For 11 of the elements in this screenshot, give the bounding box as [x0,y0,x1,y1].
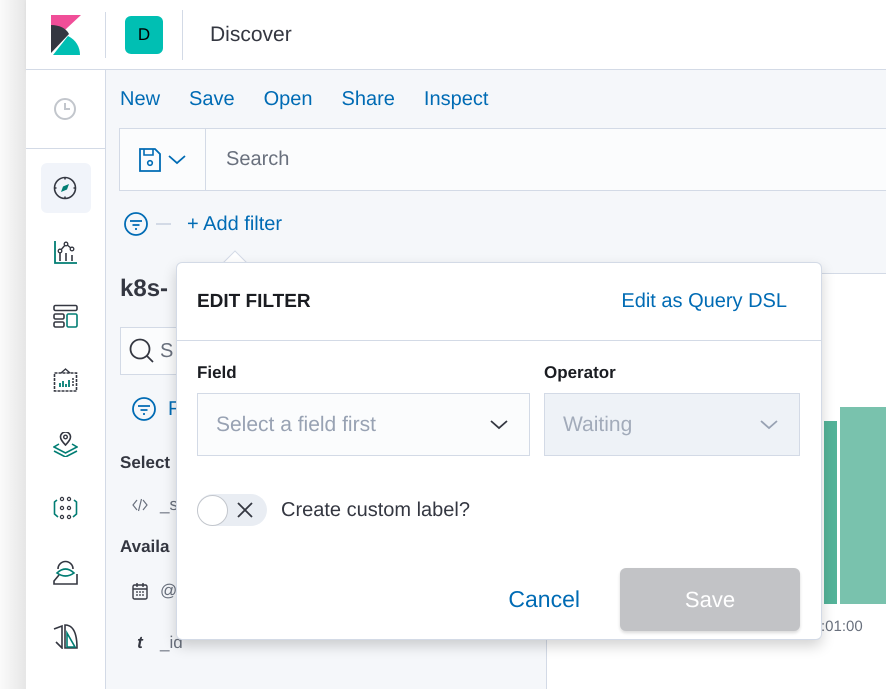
axis-tick-label: :01:00 [821,618,864,635]
toggle-label: Create custom label? [281,498,470,522]
field-label: Operator [544,363,617,383]
popover-title: EDIT FILTER [197,290,311,312]
field-search-placeholder: S [160,340,174,362]
index-pattern-title: k8s- [120,275,168,304]
field-label: Field [197,363,238,383]
section-heading: Availa [120,537,170,558]
page-title: Discover [210,22,292,46]
section-heading: Select [120,453,172,474]
string-type-icon: t [132,633,148,653]
